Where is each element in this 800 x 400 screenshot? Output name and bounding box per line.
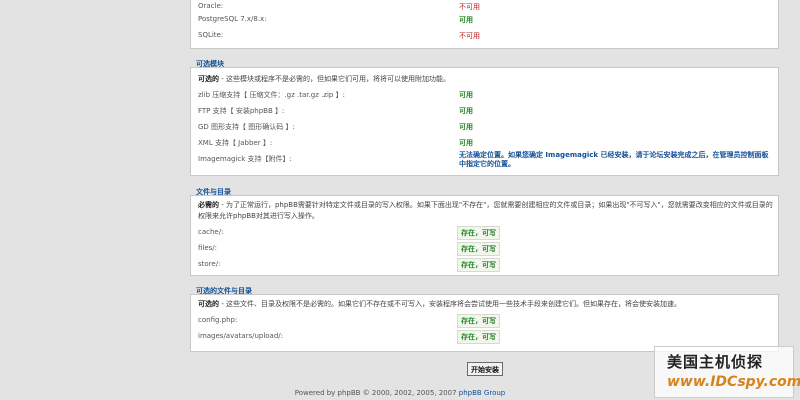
dir-label-store: store/: <box>198 260 221 268</box>
files-dirs-intro-strong: 必需的 <box>198 201 219 209</box>
optional-modules-intro: 可选的 - 这些模块或程序不是必需的，但如果它们可用，将将可以使用附加功能。 <box>198 74 768 85</box>
dir-label-cache: cache/: <box>198 228 224 236</box>
optional-files-panel: 可选的 - 这些文件、目录及权限不是必需的。如果它们不存在或不可写入，安装程序将… <box>190 294 779 352</box>
optional-modules-intro-strong: 可选的 <box>198 75 219 83</box>
watermark-title: 美国主机侦探 <box>667 353 764 371</box>
optfile-status-config: 存在，可写 <box>457 314 500 328</box>
module-status-gd: 可用 <box>459 123 473 131</box>
watermark-url: www.IDCspy.com <box>667 374 800 390</box>
module-label-zlib: zlib 压缩支持【 压缩文件：.gz .tar.gz .zip 】: <box>198 91 345 99</box>
db-row-status-oracle: 不可用 <box>459 3 480 11</box>
module-label-imagemagick: Imagemagick 支持【附件】: <box>198 155 292 163</box>
db-row-label-sqlite: SQLite: <box>198 31 224 39</box>
optional-files-intro-strong: 可选的 <box>198 300 219 308</box>
optfile-label-config: config.php: <box>198 316 238 324</box>
phpbb-group-link[interactable]: phpBB Group <box>459 389 505 397</box>
module-label-ftp: FTP 支持【 安装phpBB 】: <box>198 107 285 115</box>
watermark: 美国主机侦探 www.IDCspy.com <box>654 346 800 398</box>
optional-files-intro-text: - 这些文件、目录及权限不是必需的。如果它们不存在或不可写入，安装程序将会尝试使… <box>219 300 681 308</box>
module-status-imagemagick: 无法确定位置。如果您确定 Imagemagick 已经安装，请于论坛安装完成之后… <box>459 151 769 168</box>
files-dirs-panel: 必需的 - 为了正常运行，phpBB需要针对特定文件或目录的写入权限。如果下面出… <box>190 195 779 276</box>
module-status-ftp: 可用 <box>459 107 473 115</box>
module-label-gd: GD 图形支持【 图形确认码 】: <box>198 123 295 131</box>
start-install-button[interactable]: 开始安装 <box>467 362 503 376</box>
db-row-status-postgresql: 可用 <box>459 16 473 24</box>
module-status-xml: 可用 <box>459 139 473 147</box>
optfile-label-avatars-upload: images/avatars/upload/: <box>198 332 284 340</box>
optional-modules-intro-text: - 这些模块或程序不是必需的，但如果它们可用，将将可以使用附加功能。 <box>219 75 450 83</box>
db-row-status-sqlite: 不可用 <box>459 32 480 40</box>
dir-status-cache: 存在，可写 <box>457 226 500 240</box>
db-row-label-oracle: Oracle: <box>198 2 224 10</box>
module-label-xml: XML 支持【 Jabber 】: <box>198 139 273 147</box>
dir-label-files: files/: <box>198 244 218 252</box>
database-panel: Oracle: 不可用 PostgreSQL 7.x/8.x: 可用 SQLit… <box>190 0 779 49</box>
files-dirs-intro: 必需的 - 为了正常运行，phpBB需要针对特定文件或目录的写入权限。如果下面出… <box>198 200 773 222</box>
dir-status-files: 存在，可写 <box>457 242 500 256</box>
files-dirs-intro-text: - 为了正常运行，phpBB需要针对特定文件或目录的写入权限。如果下面出现"不存… <box>198 201 773 220</box>
optional-files-intro: 可选的 - 这些文件、目录及权限不是必需的。如果它们不存在或不可写入，安装程序将… <box>198 299 773 310</box>
db-row-label-postgresql: PostgreSQL 7.x/8.x: <box>198 15 267 23</box>
dir-status-store: 存在，可写 <box>457 258 500 272</box>
module-status-zlib: 可用 <box>459 91 473 99</box>
footer-text: Powered by phpBB © 2000, 2002, 2005, 200… <box>294 389 459 397</box>
optional-modules-panel: 可选的 - 这些模块或程序不是必需的，但如果它们可用，将将可以使用附加功能。 z… <box>190 67 779 176</box>
optfile-status-avatars-upload: 存在，可写 <box>457 330 500 344</box>
